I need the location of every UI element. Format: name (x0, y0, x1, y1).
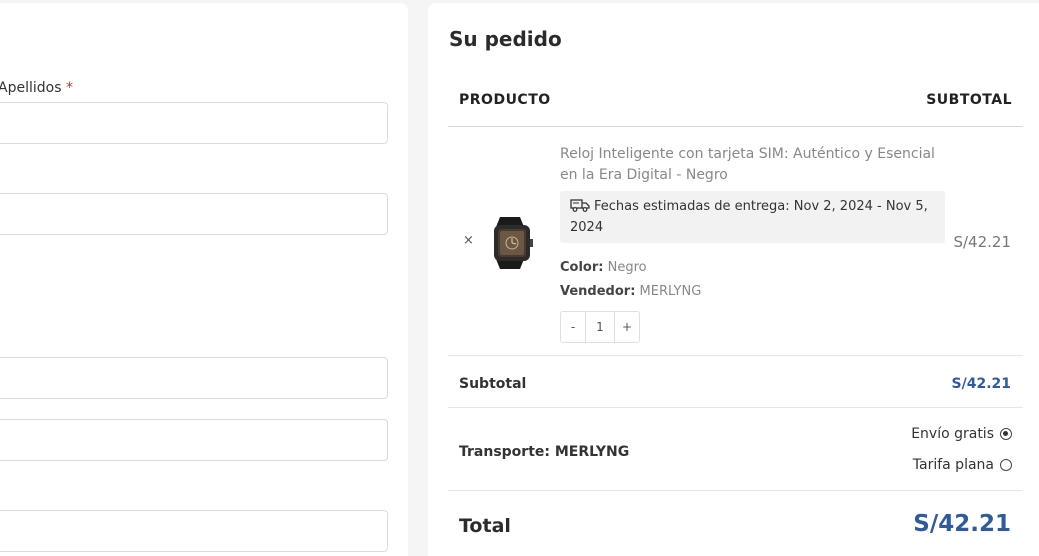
form-input-5[interactable] (0, 510, 388, 552)
order-title: Su pedido (449, 27, 562, 51)
shipping-option-free-label: Envío gratis (911, 426, 994, 442)
delivery-estimate-box: Fechas estimadas de entrega: Nov 2, 2024… (560, 191, 945, 243)
shipping-divider (448, 490, 1023, 491)
radio-unselected[interactable] (1000, 459, 1012, 471)
shipping-option-free[interactable]: Envío gratis (911, 426, 1012, 442)
subtotal-divider (448, 407, 1023, 408)
subtotal-label: Subtotal (459, 376, 527, 392)
billing-form-panel: Apellidos * (0, 3, 408, 556)
vendor-value: MERLYNG (639, 284, 702, 299)
product-name[interactable]: Reloj Inteligente con tarjeta SIM: Autén… (560, 144, 950, 186)
apellidos-label-text: Apellidos (0, 80, 62, 96)
column-header-product: PRODUCTO (459, 92, 551, 108)
remove-item-icon[interactable]: × (463, 233, 474, 248)
radio-selected[interactable] (1000, 428, 1012, 440)
total-value: S/42.21 (913, 511, 1011, 537)
vendor-label: Vendedor: (560, 284, 636, 299)
shipping-label: Transporte: MERLYNG (459, 444, 630, 460)
quantity-increase-button[interactable]: + (615, 312, 639, 342)
item-divider (448, 355, 1023, 356)
color-label: Color: (560, 260, 604, 275)
column-header-subtotal: SUBTOTAL (926, 92, 1012, 108)
order-summary-panel: Su pedido PRODUCTO SUBTOTAL × Reloj Inte… (428, 3, 1039, 556)
product-vendor: Vendedor: MERLYNG (560, 284, 701, 299)
total-label: Total (459, 515, 511, 537)
delivery-estimate-text: Fechas estimadas de entrega: Nov 2, 2024… (570, 199, 928, 235)
item-price: S/42.21 (953, 233, 1011, 251)
shipping-option-flat[interactable]: Tarifa plana (913, 457, 1012, 473)
smartwatch-thumbnail (494, 217, 533, 269)
apellidos-input[interactable] (0, 102, 388, 144)
form-input-3[interactable] (0, 357, 388, 399)
quantity-decrease-button[interactable]: - (561, 312, 585, 342)
quantity-stepper: - 1 + (560, 311, 640, 343)
truck-icon (570, 199, 590, 212)
color-value: Negro (607, 260, 647, 275)
quantity-value[interactable]: 1 (585, 312, 615, 342)
subtotal-value: S/42.21 (951, 376, 1011, 392)
header-divider (448, 126, 1023, 127)
shipping-option-flat-label: Tarifa plana (912, 457, 994, 473)
form-input-2[interactable] (0, 193, 388, 235)
required-mark: * (65, 80, 73, 96)
product-color: Color: Negro (560, 260, 647, 275)
apellidos-label: Apellidos * (0, 80, 73, 96)
form-input-4[interactable] (0, 419, 388, 461)
